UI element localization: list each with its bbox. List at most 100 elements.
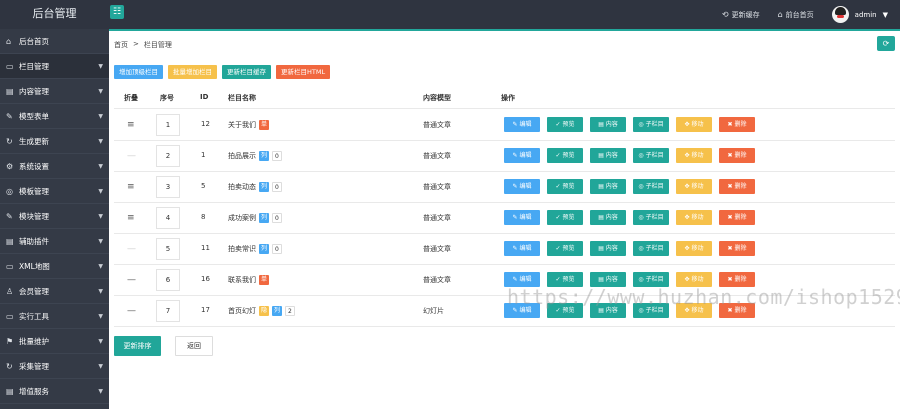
sidebar-item[interactable]: ✎ 模块管理 ▼ [0,204,109,229]
delete-button[interactable]: ✖ 删除 [719,241,755,256]
column-name-text[interactable]: 拍卖常识 [228,244,256,254]
action-icon: ◎ [638,276,644,283]
subcolumn-button[interactable]: ◎ 子栏目 [633,241,669,256]
sidebar-item[interactable]: ♙ 会员管理 ▼ [0,279,109,304]
preview-button[interactable]: ✓ 预览 [547,117,583,132]
subcolumn-button[interactable]: ◎ 子栏目 [633,179,669,194]
sidebar-item-label: 增值服务 [19,386,49,396]
edit-button[interactable]: ✎ 编辑 [504,148,540,163]
sidebar-item[interactable]: ↻ 生成更新 ▼ [0,129,109,154]
sidebar-item[interactable]: ✎ 模型表单 ▼ [0,104,109,129]
order-input[interactable]: 5 [156,238,180,260]
sidebar-item[interactable]: ↻ 采集管理 ▼ [0,354,109,379]
drag-handle-icon[interactable]: ≡ [127,120,135,130]
chevron-down-icon: ▼ [98,62,103,70]
order-input[interactable]: 3 [156,176,180,198]
drag-handle-icon[interactable]: — [127,275,136,285]
move-button[interactable]: ✥ 移动 [676,241,712,256]
sidebar-item[interactable]: ▤ 内容管理 ▼ [0,79,109,104]
sidebar-item[interactable]: ▤ 辅助插件 ▼ [0,229,109,254]
order-input[interactable]: 4 [156,207,180,229]
move-button[interactable]: ✥ 移动 [676,117,712,132]
delete-button[interactable]: ✖ 删除 [719,179,755,194]
frontend-home-link[interactable]: ⌂ 前台首页 [778,10,814,20]
edit-button[interactable]: ✎ 编辑 [504,179,540,194]
sidebar-item[interactable]: ⚙ 系统设置 ▼ [0,154,109,179]
column-name-text[interactable]: 联系我们 [228,275,256,285]
delete-button[interactable]: ✖ 删除 [719,148,755,163]
column-name-text[interactable]: 首页幻灯 [228,306,256,316]
column-name-text[interactable]: 关于我们 [228,120,256,130]
breadcrumb-home[interactable]: 首页 [114,40,128,50]
grid-menu-icon[interactable]: ☷ [110,5,124,19]
drag-handle-icon[interactable]: — [127,306,136,316]
delete-button[interactable]: ✖ 删除 [719,117,755,132]
preview-button[interactable]: ✓ 预览 [547,210,583,225]
module-icon: ✎ [6,211,13,221]
action-icon: ✎ [512,152,518,159]
sidebar-item[interactable]: ◎ 模板管理 ▼ [0,179,109,204]
sidebar-item-label: 后台首页 [19,36,49,46]
preview-button[interactable]: ✓ 预览 [547,179,583,194]
toolbar-button[interactable]: 增加顶级栏目 [114,65,163,79]
back-button[interactable]: 返回 [175,336,213,356]
table-row: ≡ 3 5 拍卖动态列 0 普通文章 ✎ 编辑 ✓ 预览 ▤ 内容 ◎ 子栏目 ✥ 移动 ✖ 删除 [114,172,895,203]
action-label: 预览 [562,152,575,159]
edit-button[interactable]: ✎ 编辑 [504,117,540,132]
content-button[interactable]: ▤ 内容 [590,148,626,163]
subcolumn-button[interactable]: ◎ 子栏目 [633,210,669,225]
content-button[interactable]: ▤ 内容 [590,210,626,225]
subcolumn-button[interactable]: ◎ 子栏目 [633,117,669,132]
sidebar-item[interactable]: ▤ 增值服务 ▼ [0,379,109,404]
action-icon: ✖ [727,245,733,252]
toolbar-button[interactable]: 更新栏目缓存 [222,65,271,79]
table-row: ≡ 1 12 关于我们单 普通文章 ✎ 编辑 ✓ 预览 ▤ 内容 ◎ 子栏目 ✥ 移动 ✖ 删除 [114,110,895,141]
content-button[interactable]: ▤ 内容 [590,117,626,132]
order-input[interactable]: 1 [156,114,180,136]
drag-handle-icon[interactable]: — [127,244,136,254]
chevron-down-icon: ▼ [98,362,103,370]
action-label: 预览 [562,214,575,221]
preview-button[interactable]: ✓ 预览 [547,148,583,163]
toolbar-button[interactable]: 批量增加栏目 [168,65,217,79]
preview-button[interactable]: ✓ 预览 [547,241,583,256]
column-name: 拍品展示列 0 [228,151,282,161]
chevron-down-icon: ▼ [98,337,103,345]
chevron-down-icon: ▼ [98,312,103,320]
move-button[interactable]: ✥ 移动 [676,148,712,163]
column-name-text[interactable]: 拍品展示 [228,151,256,161]
move-button[interactable]: ✥ 移动 [676,210,712,225]
action-icon: ◎ [638,214,644,221]
update-order-button[interactable]: 更新排序 [114,336,161,356]
sidebar-item[interactable]: ⚑ 批量维护 ▼ [0,329,109,354]
action-label: 内容 [605,245,618,252]
edit-button[interactable]: ✎ 编辑 [504,241,540,256]
sidebar-item[interactable]: ▭ XML地图 ▼ [0,254,109,279]
column-name-text[interactable]: 成功案例 [228,213,256,223]
breadcrumb-current: 栏目管理 [143,41,172,49]
drag-handle-icon[interactable]: ≡ [127,182,135,192]
order-input[interactable]: 6 [156,269,180,291]
content-model: 普通文章 [423,183,451,191]
subcolumn-button[interactable]: ◎ 子栏目 [633,148,669,163]
column-name-text[interactable]: 拍卖动态 [228,182,256,192]
action-label: 删除 [734,152,747,159]
delete-button[interactable]: ✖ 删除 [719,210,755,225]
sidebar-item[interactable]: ▭ 栏目管理 ▼ [0,54,109,79]
move-button[interactable]: ✥ 移动 [676,179,712,194]
chevron-down-icon: ▼ [98,162,103,170]
order-input[interactable]: 2 [156,145,180,167]
order-input[interactable]: 7 [156,300,180,322]
sidebar-item[interactable]: ⌂ 后台首页 [0,29,109,54]
drag-handle-icon[interactable]: — [127,151,136,161]
content-button[interactable]: ▤ 内容 [590,179,626,194]
refresh-page-button[interactable]: ⟳ [877,36,895,51]
content-button[interactable]: ▤ 内容 [590,241,626,256]
update-cache-link[interactable]: ⟲ 更新缓存 [722,10,760,20]
drag-handle-icon[interactable]: ≡ [127,213,135,223]
toolbar-button[interactable]: 更新栏目HTML [276,65,331,79]
edit-button[interactable]: ✎ 编辑 [504,210,540,225]
sidebar-item[interactable]: ▭ 实行工具 ▼ [0,304,109,329]
user-menu[interactable]: admin ▼ [831,6,888,23]
content-model: 普通文章 [423,121,451,129]
